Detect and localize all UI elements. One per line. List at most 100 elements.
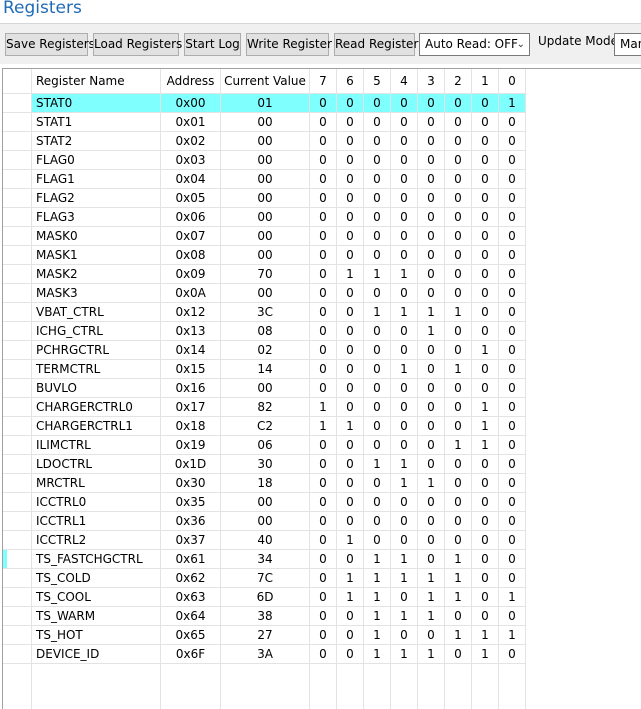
current-value-cell[interactable]: 00 <box>221 512 310 531</box>
current-value-cell[interactable]: 00 <box>221 208 310 227</box>
bit-6-cell[interactable]: 0 <box>337 246 364 265</box>
address-cell[interactable]: 0x64 <box>161 607 221 626</box>
current-value-cell[interactable]: 18 <box>221 474 310 493</box>
current-value-cell[interactable]: 00 <box>221 132 310 151</box>
bit-4-cell[interactable]: 0 <box>391 322 418 341</box>
current-value-cell[interactable]: 40 <box>221 531 310 550</box>
address-cell[interactable]: 0x30 <box>161 474 221 493</box>
bit-5-cell[interactable]: 0 <box>364 379 391 398</box>
register-name-cell[interactable]: MRCTRL <box>32 474 161 493</box>
bit-0-cell[interactable]: 0 <box>499 208 526 227</box>
bit-5-cell[interactable]: 1 <box>364 626 391 645</box>
current-value-cell[interactable]: 82 <box>221 398 310 417</box>
bit-3-cell[interactable]: 0 <box>418 398 445 417</box>
register-name-cell[interactable]: TERMCTRL <box>32 360 161 379</box>
bit-0-cell[interactable]: 0 <box>499 284 526 303</box>
table-row[interactable]: BUVLO0x160000000000 <box>3 379 526 398</box>
bit-6-cell[interactable]: 1 <box>337 569 364 588</box>
current-value-cell[interactable]: 27 <box>221 626 310 645</box>
row-selector[interactable] <box>3 227 32 246</box>
bit-3-cell[interactable]: 1 <box>418 322 445 341</box>
bit-6-cell[interactable]: 0 <box>337 626 364 645</box>
register-name-cell[interactable]: FLAG3 <box>32 208 161 227</box>
bit-5-cell[interactable]: 1 <box>364 588 391 607</box>
row-selector[interactable] <box>3 398 32 417</box>
column-header-bit-5[interactable]: 5 <box>364 69 391 94</box>
bit-3-cell[interactable]: 0 <box>418 550 445 569</box>
row-selector[interactable] <box>3 132 32 151</box>
bit-3-cell[interactable]: 1 <box>418 303 445 322</box>
bit-4-cell[interactable]: 1 <box>391 455 418 474</box>
bit-5-cell[interactable]: 1 <box>364 550 391 569</box>
bit-0-cell[interactable]: 0 <box>499 455 526 474</box>
bit-6-cell[interactable]: 0 <box>337 284 364 303</box>
current-value-cell[interactable]: 00 <box>221 227 310 246</box>
bit-0-cell[interactable]: 0 <box>499 341 526 360</box>
save-registers-button[interactable]: Save Registers <box>5 33 88 56</box>
register-name-cell[interactable]: MASK3 <box>32 284 161 303</box>
bit-7-cell[interactable]: 0 <box>310 626 337 645</box>
bit-6-cell[interactable]: 0 <box>337 113 364 132</box>
bit-7-cell[interactable]: 0 <box>310 550 337 569</box>
bit-6-cell[interactable]: 0 <box>337 379 364 398</box>
bit-4-cell[interactable]: 0 <box>391 379 418 398</box>
row-selector[interactable] <box>3 151 32 170</box>
bit-2-cell[interactable]: 0 <box>445 113 472 132</box>
address-cell[interactable]: 0x63 <box>161 588 221 607</box>
bit-0-cell[interactable]: 0 <box>499 436 526 455</box>
bit-6-cell[interactable]: 0 <box>337 151 364 170</box>
bit-1-cell[interactable]: 0 <box>472 265 499 284</box>
bit-4-cell[interactable]: 0 <box>391 341 418 360</box>
bit-3-cell[interactable]: 0 <box>418 265 445 284</box>
row-selector[interactable] <box>3 455 32 474</box>
current-value-cell[interactable]: 38 <box>221 607 310 626</box>
address-cell[interactable]: 0x09 <box>161 265 221 284</box>
bit-5-cell[interactable]: 0 <box>364 151 391 170</box>
row-selector[interactable] <box>3 645 32 664</box>
bit-5-cell[interactable]: 0 <box>364 512 391 531</box>
bit-6-cell[interactable]: 1 <box>337 531 364 550</box>
bit-7-cell[interactable]: 0 <box>310 170 337 189</box>
bit-0-cell[interactable]: 0 <box>499 189 526 208</box>
bit-2-cell[interactable]: 1 <box>445 569 472 588</box>
register-name-cell[interactable]: STAT1 <box>32 113 161 132</box>
bit-7-cell[interactable]: 0 <box>310 474 337 493</box>
bit-4-cell[interactable]: 0 <box>391 189 418 208</box>
bit-5-cell[interactable]: 0 <box>364 531 391 550</box>
bit-1-cell[interactable]: 0 <box>472 151 499 170</box>
bit-4-cell[interactable]: 0 <box>391 531 418 550</box>
bit-4-cell[interactable]: 0 <box>391 436 418 455</box>
bit-2-cell[interactable]: 1 <box>445 360 472 379</box>
bit-2-cell[interactable]: 0 <box>445 398 472 417</box>
bit-1-cell[interactable]: 1 <box>472 645 499 664</box>
bit-6-cell[interactable]: 1 <box>337 417 364 436</box>
bit-6-cell[interactable]: 0 <box>337 436 364 455</box>
bit-0-cell[interactable]: 0 <box>499 512 526 531</box>
table-row[interactable]: FLAG20x050000000000 <box>3 189 526 208</box>
bit-5-cell[interactable]: 1 <box>364 303 391 322</box>
bit-1-cell[interactable]: 1 <box>472 626 499 645</box>
bit-4-cell[interactable]: 0 <box>391 94 418 113</box>
register-name-cell[interactable]: LDOCTRL <box>32 455 161 474</box>
bit-3-cell[interactable]: 1 <box>418 474 445 493</box>
address-cell[interactable]: 0x61 <box>161 550 221 569</box>
register-name-cell[interactable]: MASK2 <box>32 265 161 284</box>
bit-5-cell[interactable]: 0 <box>364 113 391 132</box>
bit-5-cell[interactable]: 1 <box>364 645 391 664</box>
bit-0-cell[interactable]: 0 <box>499 607 526 626</box>
bit-6-cell[interactable]: 0 <box>337 493 364 512</box>
bit-4-cell[interactable]: 0 <box>391 170 418 189</box>
column-header-register-name[interactable]: Register Name <box>32 69 161 94</box>
table-row[interactable]: MASK10x080000000000 <box>3 246 526 265</box>
bit-2-cell[interactable]: 1 <box>445 550 472 569</box>
bit-6-cell[interactable]: 0 <box>337 550 364 569</box>
table-row[interactable]: TERMCTRL0x151400010100 <box>3 360 526 379</box>
current-value-cell[interactable]: 14 <box>221 360 310 379</box>
bit-6-cell[interactable]: 0 <box>337 455 364 474</box>
table-row[interactable]: FLAG10x040000000000 <box>3 170 526 189</box>
current-value-cell[interactable]: 00 <box>221 284 310 303</box>
current-value-cell[interactable]: 3A <box>221 645 310 664</box>
bit-2-cell[interactable]: 1 <box>445 588 472 607</box>
current-value-cell[interactable]: 01 <box>221 94 310 113</box>
current-value-cell[interactable]: 00 <box>221 151 310 170</box>
